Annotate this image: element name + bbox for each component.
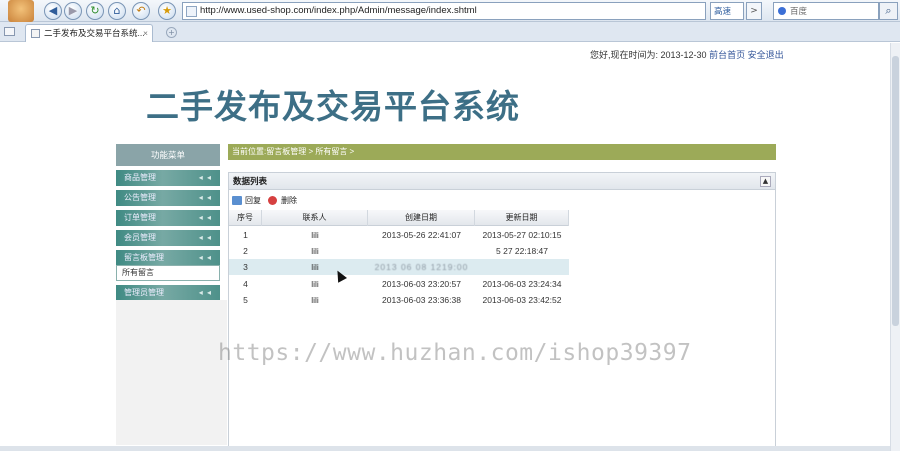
sidebar-item-label: 管理员管理 bbox=[124, 288, 164, 297]
table-row[interactable]: 5 lili 2013-06-03 23:36:38 2013-06-03 23… bbox=[229, 292, 569, 308]
sidebar-item-label: 订单管理 bbox=[124, 213, 156, 222]
tab-current[interactable]: 二手发布及交易平台系统... × bbox=[25, 24, 153, 42]
chevron-left-icon: ◂ ◂ bbox=[198, 253, 212, 262]
search-engine-selector[interactable]: 高速 bbox=[710, 2, 744, 20]
cell-index: 4 bbox=[243, 279, 248, 289]
home-link[interactable]: 前台首页 bbox=[709, 50, 745, 60]
reply-label: 回复 bbox=[245, 196, 261, 205]
sidebar-toggle-icon[interactable] bbox=[4, 27, 15, 36]
cell-contact: lili bbox=[311, 262, 319, 272]
page-icon bbox=[186, 6, 197, 17]
menu-heading: 功能菜单 bbox=[116, 144, 220, 166]
sidebar-item-label: 商品管理 bbox=[124, 173, 156, 182]
favorites-button[interactable]: ★ bbox=[158, 2, 176, 20]
sidebar-item-label: 留言板管理 bbox=[124, 253, 164, 262]
delete-label: 删除 bbox=[281, 196, 297, 205]
cell-contact: lili bbox=[311, 246, 319, 256]
greeting-text: 您好,现在时间为: 2013-12-30 bbox=[590, 50, 707, 60]
forward-button[interactable]: ▶ bbox=[64, 2, 82, 20]
address-bar[interactable]: http://www.used-shop.com/index.php/Admin… bbox=[182, 2, 706, 20]
chevron-left-icon: ◂ ◂ bbox=[198, 233, 212, 242]
cell-created: 2013-06-03 23:36:38 bbox=[382, 295, 461, 305]
table-row[interactable]: 1 lili 2013-05-26 22:41:07 2013-05-27 02… bbox=[229, 227, 569, 243]
cell-created: 2013 06 08 1219:00 bbox=[374, 262, 469, 272]
tab-bar: 二手发布及交易平台系统... × + bbox=[0, 22, 900, 42]
table-row[interactable]: 4 lili 2013-06-03 23:20:57 2013-06-03 23… bbox=[229, 276, 569, 292]
browser-toolbar: ◀ ▶ ↻ ⌂ ↶ ★ http://www.used-shop.com/ind… bbox=[0, 0, 900, 22]
refresh-button[interactable]: ↻ bbox=[86, 2, 104, 20]
sidebar-item-goods[interactable]: 商品管理 ◂ ◂ bbox=[116, 170, 220, 186]
table-header: 序号 联系人 创建日期 更新日期 bbox=[229, 210, 569, 226]
sidebar-item-label: 公告管理 bbox=[124, 193, 156, 202]
chevron-left-icon: ◂ ◂ bbox=[198, 288, 212, 297]
cell-contact: lili bbox=[311, 279, 319, 289]
chevron-left-icon: ◂ ◂ bbox=[198, 173, 212, 182]
breadcrumb: 当前位置:留言板管理 > 所有留言 > bbox=[228, 144, 776, 160]
chevron-left-icon: ◂ ◂ bbox=[198, 213, 212, 222]
table-row-highlighted[interactable]: 3 lili 2013 06 08 1219:00 bbox=[229, 259, 569, 275]
status-bar bbox=[0, 446, 890, 451]
sidebar-item-notices[interactable]: 公告管理 ◂ ◂ bbox=[116, 190, 220, 206]
search-icon[interactable]: ⌕ bbox=[879, 2, 898, 20]
sidebar-item-messages[interactable]: 留言板管理 ◂ ◂ bbox=[116, 250, 220, 266]
watermark: https://www.huzhan.com/ishop39397 bbox=[218, 340, 692, 366]
reply-button[interactable]: 回复 bbox=[231, 193, 261, 208]
cell-index: 2 bbox=[243, 246, 248, 256]
collapse-icon[interactable]: ▲ bbox=[760, 176, 771, 187]
delete-icon bbox=[268, 196, 277, 205]
avatar[interactable] bbox=[8, 0, 34, 22]
column-header-index[interactable]: 序号 bbox=[229, 210, 262, 226]
cell-index: 3 bbox=[243, 262, 248, 272]
chevron-left-icon: ◂ ◂ bbox=[198, 193, 212, 202]
site-title: 二手发布及交易平台系统 bbox=[146, 87, 520, 126]
cell-index: 5 bbox=[243, 295, 248, 305]
undo-button[interactable]: ↶ bbox=[132, 2, 150, 20]
home-button[interactable]: ⌂ bbox=[108, 2, 126, 20]
close-icon[interactable]: × bbox=[143, 25, 148, 42]
cell-updated: 2013-05-27 02:10:15 bbox=[482, 230, 562, 240]
column-header-contact[interactable]: 联系人 bbox=[262, 210, 368, 226]
sidebar-item-admins[interactable]: 管理员管理 ◂ ◂ bbox=[116, 285, 220, 301]
search-placeholder: 百度 bbox=[790, 6, 808, 16]
search-input[interactable]: 百度 bbox=[773, 2, 879, 20]
tab-title: 二手发布及交易平台系统... bbox=[44, 28, 145, 38]
cell-contact: lili bbox=[311, 230, 319, 240]
baidu-icon bbox=[778, 7, 786, 15]
column-header-created[interactable]: 创建日期 bbox=[368, 210, 475, 226]
table-toolbar: 回复 删除 bbox=[229, 192, 775, 209]
cell-contact: lili bbox=[311, 295, 319, 305]
new-tab-button[interactable]: + bbox=[166, 27, 177, 38]
sidebar-item-members[interactable]: 会员管理 ◂ ◂ bbox=[116, 230, 220, 246]
delete-button[interactable]: 删除 bbox=[267, 193, 297, 208]
scrollbar-thumb[interactable] bbox=[892, 56, 899, 326]
cell-created: 2013-05-26 22:41:07 bbox=[382, 230, 461, 240]
logout-link[interactable]: 安全退出 bbox=[748, 50, 784, 60]
cell-updated: 5 27 22:18:47 bbox=[496, 246, 548, 256]
sidebar-item-label: 会员管理 bbox=[124, 233, 156, 242]
panel-title: 数据列表 bbox=[228, 172, 776, 190]
cell-updated: 2013-06-03 23:24:34 bbox=[482, 279, 562, 289]
url-text: http://www.used-shop.com/index.php/Admin… bbox=[200, 5, 477, 16]
cell-created: 2013-06-03 23:20:57 bbox=[382, 279, 461, 289]
go-button[interactable]: > bbox=[746, 2, 762, 20]
cell-index: 1 bbox=[243, 230, 248, 240]
page-icon bbox=[31, 29, 40, 38]
back-button[interactable]: ◀ bbox=[44, 2, 62, 20]
sidebar-subitem-all-messages[interactable]: 所有留言 bbox=[116, 265, 220, 281]
cell-updated: 2013-06-03 23:42:52 bbox=[482, 295, 562, 305]
top-links: 您好,现在时间为: 2013-12-30 前台首页 安全退出 bbox=[590, 48, 784, 61]
sidebar-item-orders[interactable]: 订单管理 ◂ ◂ bbox=[116, 210, 220, 226]
reply-icon bbox=[232, 196, 242, 205]
table-row[interactable]: 2 lili 5 27 22:18:47 bbox=[229, 243, 569, 259]
sidebar-background bbox=[116, 300, 227, 445]
column-header-updated[interactable]: 更新日期 bbox=[475, 210, 569, 226]
